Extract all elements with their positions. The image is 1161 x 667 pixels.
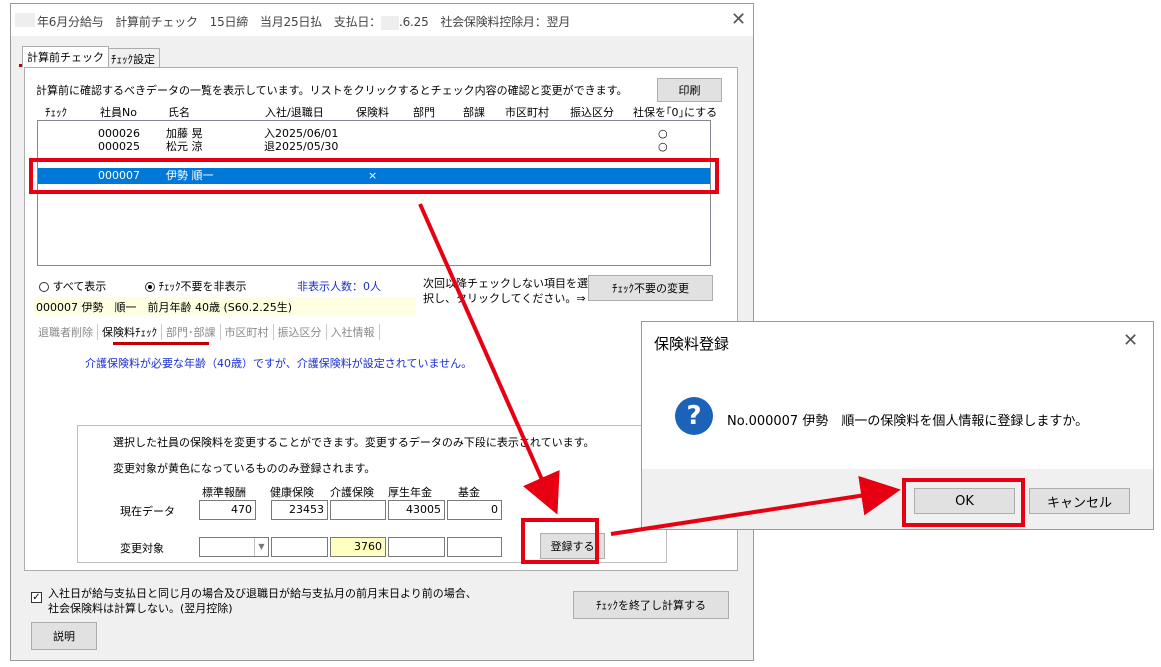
tab-pre-check[interactable]: 計算前チェック [22, 46, 109, 67]
annotation-arrows [418, 203, 901, 536]
arrow-to-register [418, 203, 560, 515]
arrow-to-ok [610, 475, 901, 536]
